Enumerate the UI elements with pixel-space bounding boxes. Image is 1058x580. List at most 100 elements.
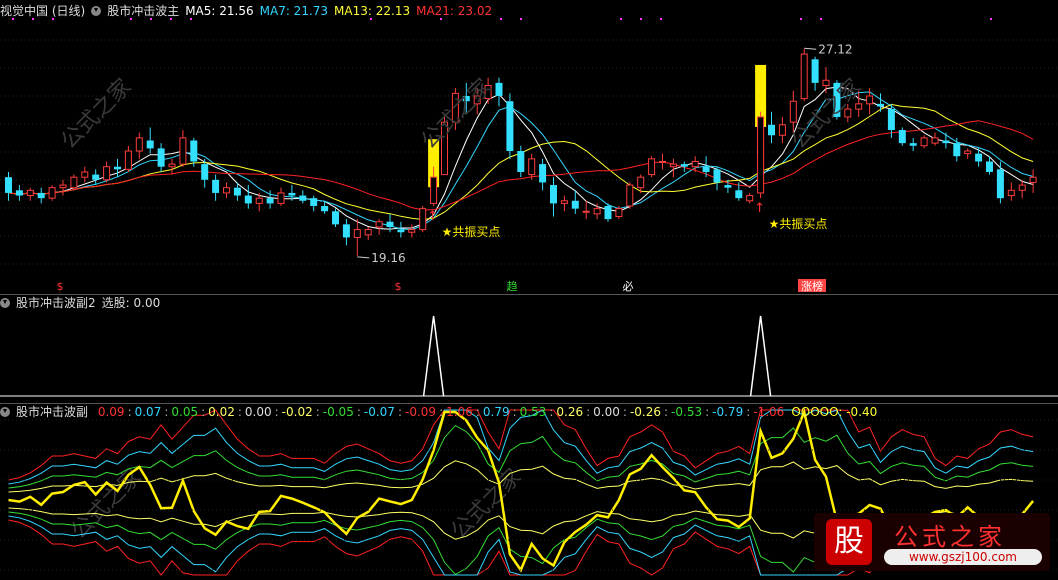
candle: [146, 127, 154, 154]
signal-dot: [620, 18, 622, 20]
ma21-value: MA21: 23.02: [416, 4, 493, 18]
candle: [920, 135, 928, 149]
stock-chart[interactable]: ↑ ★共振买点 ↑ ★共振买点 27.12 19.16 公式之家 公式之家 公式之家 公式之家 公式…: [0, 0, 1058, 577]
candle-body: [887, 109, 895, 131]
osc-band-value: -1.06: [753, 405, 785, 419]
candle-body: [266, 198, 274, 204]
candle: [582, 200, 590, 220]
candle: [942, 132, 950, 149]
signal-dot: [800, 18, 802, 20]
candle: [15, 185, 23, 201]
value-separator: :: [164, 405, 169, 419]
candle-body: [103, 166, 111, 181]
candle: [244, 185, 252, 209]
main-indicator-name[interactable]: 股市冲击波主: [107, 4, 179, 18]
osc-band-value: 0.00: [593, 405, 620, 419]
osc-band-value: -0.09: [405, 405, 437, 419]
high-price-label: 27.12: [818, 42, 852, 56]
candle-body: [81, 171, 89, 178]
candle-body: [1007, 189, 1015, 197]
signal-marker: 必: [623, 280, 634, 293]
candle: [212, 174, 220, 201]
candle-body: [364, 229, 372, 236]
candle-body: [659, 160, 666, 163]
candle-body: [931, 137, 939, 144]
candle: [626, 182, 634, 209]
value-separator: :: [475, 405, 480, 419]
candle-body: [898, 130, 906, 144]
low-pointer: [357, 256, 370, 259]
candle-body: [1029, 176, 1037, 183]
candle-body: [757, 116, 765, 194]
candle: [168, 158, 176, 175]
stock-pick-spike: [749, 315, 772, 397]
candle: [702, 156, 710, 178]
candle-body: [713, 169, 721, 183]
candle: [37, 187, 45, 204]
candle: [811, 56, 819, 91]
candle: [299, 190, 307, 204]
osc-band-value: -0.07: [363, 405, 395, 419]
candle-body: [877, 103, 884, 107]
osc-band-value: 0.79: [482, 405, 510, 419]
candle-body: [495, 82, 503, 96]
sub2-header: 股市冲击波副 0.09:0.07:0.05:0.02:0.00: -0.02: -0…: [0, 404, 883, 420]
indicator-collapse-icon[interactable]: [91, 6, 102, 16]
candle-body: [1018, 184, 1026, 191]
candle-body: [539, 164, 547, 183]
candle: [342, 219, 350, 246]
stock-pick-spike: [422, 315, 445, 397]
candle: [1007, 182, 1015, 201]
candle: [669, 158, 677, 178]
buy-arrow: ↑: [427, 209, 438, 224]
candle-body: [506, 101, 514, 151]
candle: [506, 93, 514, 159]
logo-mark: 股: [826, 519, 872, 565]
candle-body: [975, 153, 983, 162]
candle-body: [375, 221, 383, 228]
candle-body: [48, 187, 56, 199]
candle-body: [408, 229, 416, 233]
candle: [909, 137, 917, 151]
candle-body: [223, 187, 230, 194]
osc-band-value: 0.53: [519, 405, 547, 419]
candle-body: [244, 195, 252, 204]
candle: [277, 187, 285, 207]
candle-body: [855, 103, 863, 110]
chart-canvas[interactable]: ↑★共振买点↑★共振买点27.1219.16公式之家 公式之家 公式之家公式之家 公式…: [0, 0, 1058, 577]
signal-dot: [640, 18, 642, 20]
signal-dot: [990, 18, 992, 20]
signal-marker: $: [395, 280, 402, 293]
candle: [375, 219, 383, 235]
candle-body: [964, 150, 972, 155]
candle-body: [669, 163, 677, 168]
sub1-stock-pick-value: 选股: 0.00: [101, 296, 161, 310]
stock-title: 视觉中国 (日线): [0, 4, 86, 18]
candle-body: [310, 198, 318, 207]
candle-body: [255, 197, 263, 204]
candle-body: [114, 166, 121, 170]
candle: [310, 195, 318, 212]
candle-body: [157, 148, 165, 167]
candle-body: [146, 140, 154, 149]
osc-band-value: -0.26: [629, 405, 661, 419]
sub1-collapse-icon[interactable]: [0, 298, 10, 308]
value-separator: :: [549, 405, 554, 419]
sub1-indicator-name[interactable]: 股市冲击波副2: [16, 296, 96, 310]
sub2-collapse-icon[interactable]: [0, 407, 10, 417]
candle: [550, 177, 557, 217]
candle: [996, 161, 1004, 204]
watermark: 公式之家: [57, 74, 137, 154]
candle-body: [419, 208, 427, 231]
ma5-value: MA5: 21.56: [185, 4, 254, 18]
sub2-indicator-name[interactable]: 股市冲击波副: [16, 405, 88, 419]
candle-body: [822, 79, 830, 87]
candle: [746, 192, 754, 204]
signal-dot: [520, 18, 522, 20]
candle: [59, 179, 67, 196]
candle: [517, 145, 525, 178]
candle-body: [909, 143, 917, 146]
candle: [124, 145, 132, 172]
candle: [364, 226, 372, 241]
candle-body: [582, 210, 590, 213]
